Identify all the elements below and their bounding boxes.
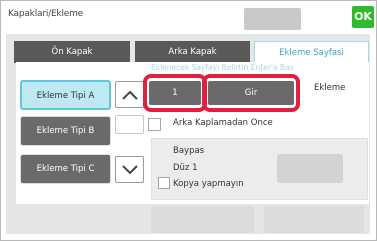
- highlight-enter-button: [202, 74, 300, 112]
- chevron-down-icon: [122, 165, 138, 175]
- before-back-cover-label: Arka Kaplamadan Once: [173, 118, 273, 128]
- screen-title: Kapaklari/Ekleme: [8, 9, 83, 19]
- ok-button[interactable]: OK: [352, 6, 374, 28]
- copier-screen: Kapaklari/Ekleme OK Ön Kapak Arka Kapak …: [0, 0, 377, 241]
- scroll-down-button[interactable]: [115, 156, 144, 183]
- before-back-cover-checkbox[interactable]: [148, 118, 161, 131]
- insert-type-a-button[interactable]: Ekleme Tipi A: [20, 80, 111, 110]
- no-copy-label: Kopya yapmayın: [173, 179, 244, 189]
- scroll-up-button[interactable]: [115, 81, 144, 108]
- ekleme-label: Ekleme: [314, 83, 346, 93]
- bottom-button-1[interactable]: [151, 206, 254, 233]
- tab-front-cover[interactable]: Ön Kapak: [14, 41, 130, 63]
- scroll-position-box: [115, 115, 144, 134]
- insert-type-b-button[interactable]: Ekleme Tipi B: [20, 116, 111, 146]
- highlight-page-number: [143, 74, 207, 112]
- paper-select-button[interactable]: [277, 154, 343, 183]
- instruction-label: Eklenecek Sayfayı Belirtin Enter'a Bas: [151, 63, 294, 72]
- tray-label: Baypas: [173, 146, 205, 156]
- no-copy-checkbox[interactable]: [158, 177, 170, 189]
- tab-back-cover[interactable]: Arka Kapak: [135, 41, 250, 63]
- header-button[interactable]: [244, 8, 301, 30]
- insert-type-c-button[interactable]: Ekleme Tipi C: [20, 154, 111, 184]
- bottom-button-2[interactable]: [264, 206, 364, 233]
- chevron-up-icon: [122, 90, 138, 100]
- paper-type-label: Düz 1: [173, 163, 198, 173]
